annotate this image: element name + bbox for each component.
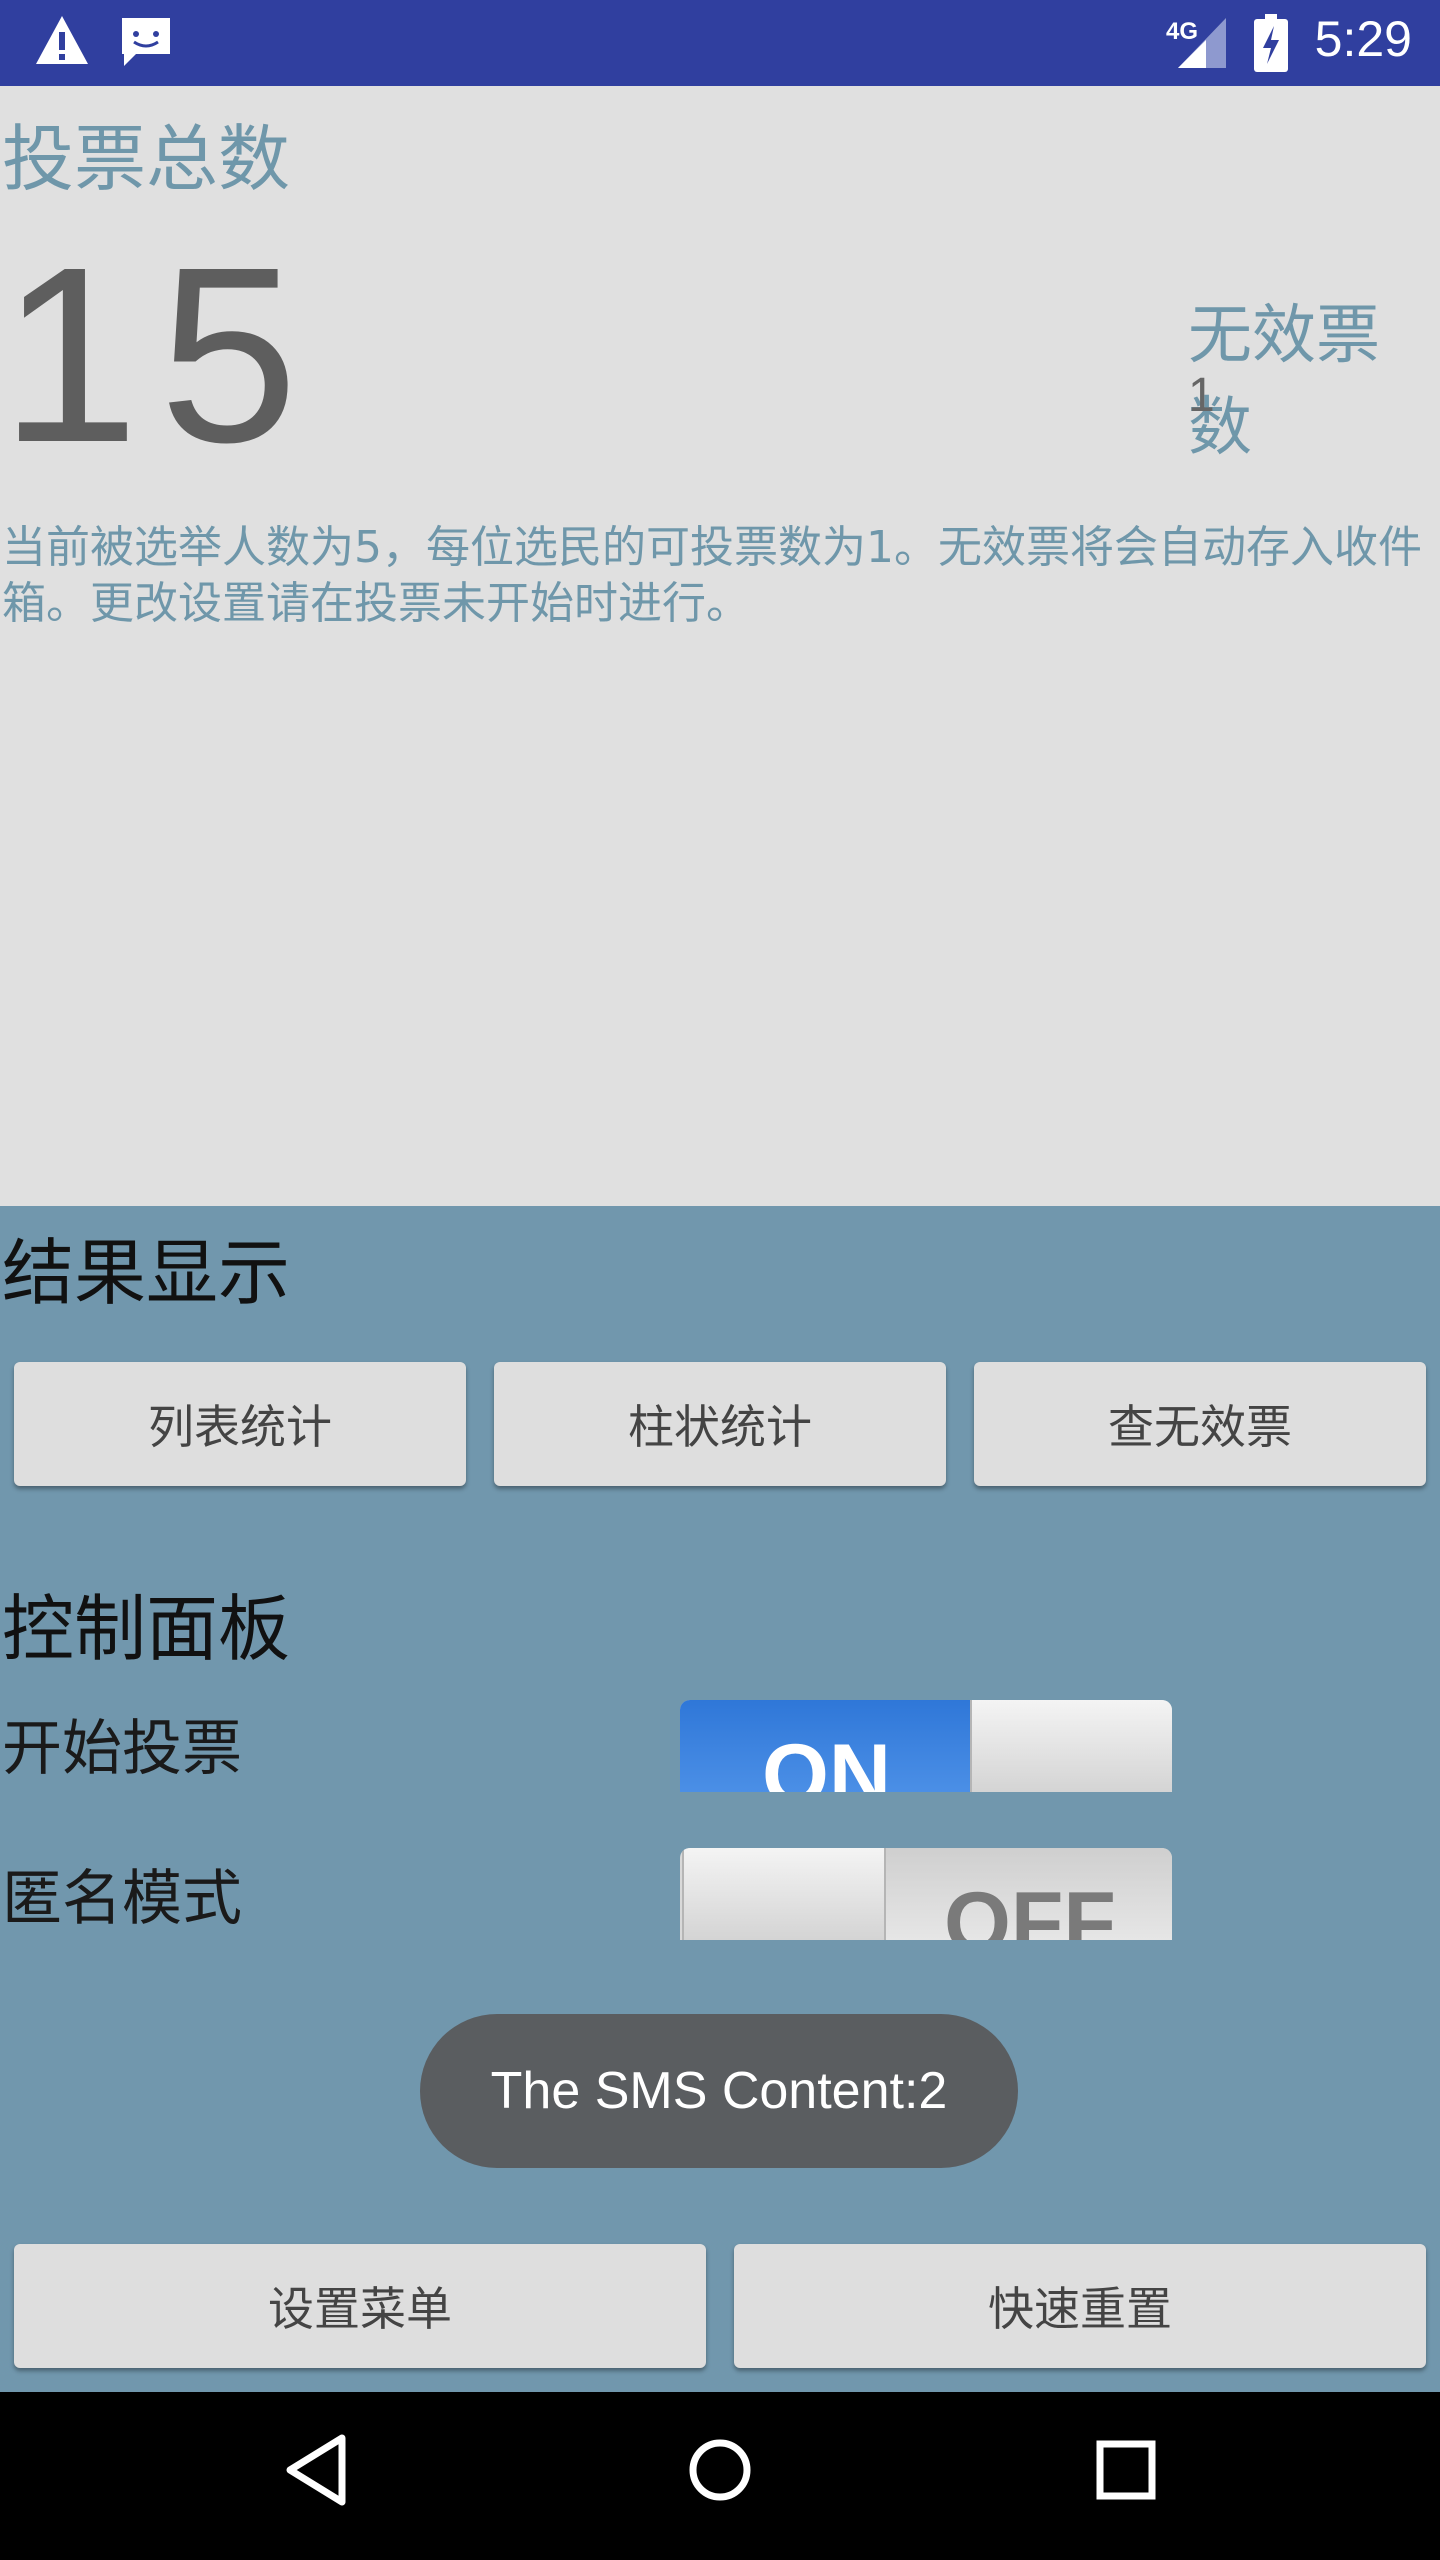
total-votes-value: 15 [0, 215, 319, 494]
total-votes-label: 投票总数 [2, 117, 291, 201]
anonymous-mode-switch[interactable]: OFF [680, 1848, 1172, 1940]
back-icon[interactable] [282, 2432, 350, 2508]
signal-icon [1178, 18, 1226, 68]
switch-on-label: ON [762, 1727, 891, 1792]
status-bar: 4G 5:29 [0, 0, 1440, 86]
home-icon[interactable] [688, 2432, 752, 2508]
start-voting-label: 开始投票 [2, 1714, 242, 1784]
switch-knob [970, 1700, 1172, 1792]
switch-off-label: OFF [944, 1875, 1116, 1940]
switch-knob [682, 1848, 886, 1940]
anonymous-mode-label: 匿名模式 [2, 1864, 242, 1934]
list-stats-button[interactable]: 列表统计 [14, 1362, 466, 1486]
battery-charging-icon [1254, 14, 1288, 72]
clock: 5:29 [1314, 11, 1412, 67]
warning-icon [36, 16, 88, 64]
invalid-votes-label: 无效票数 [1188, 299, 1380, 465]
invalid-votes-value: 1 [1188, 369, 1215, 422]
bar-stats-button[interactable]: 柱状统计 [494, 1362, 946, 1486]
check-invalid-votes-button[interactable]: 查无效票 [974, 1362, 1426, 1486]
start-voting-switch[interactable]: ON [680, 1700, 1172, 1792]
navigation-bar [0, 2392, 1440, 2560]
recents-icon[interactable] [1094, 2432, 1158, 2508]
quick-reset-button[interactable]: 快速重置 [734, 2244, 1426, 2368]
switch-off-track: OFF [882, 1848, 1172, 1940]
switch-on-track: ON [680, 1700, 970, 1792]
toast-message: The SMS Content:2 [420, 2014, 1018, 2168]
message-icon [122, 18, 170, 66]
control-section-title: 控制面板 [2, 1587, 291, 1671]
settings-menu-button[interactable]: 设置菜单 [14, 2244, 706, 2368]
info-text: 当前被选举人数为5，每位选民的可投票数为1。无效票将会自动存入收件箱。更改设置请… [2, 522, 1422, 629]
results-section-title: 结果显示 [2, 1231, 291, 1315]
